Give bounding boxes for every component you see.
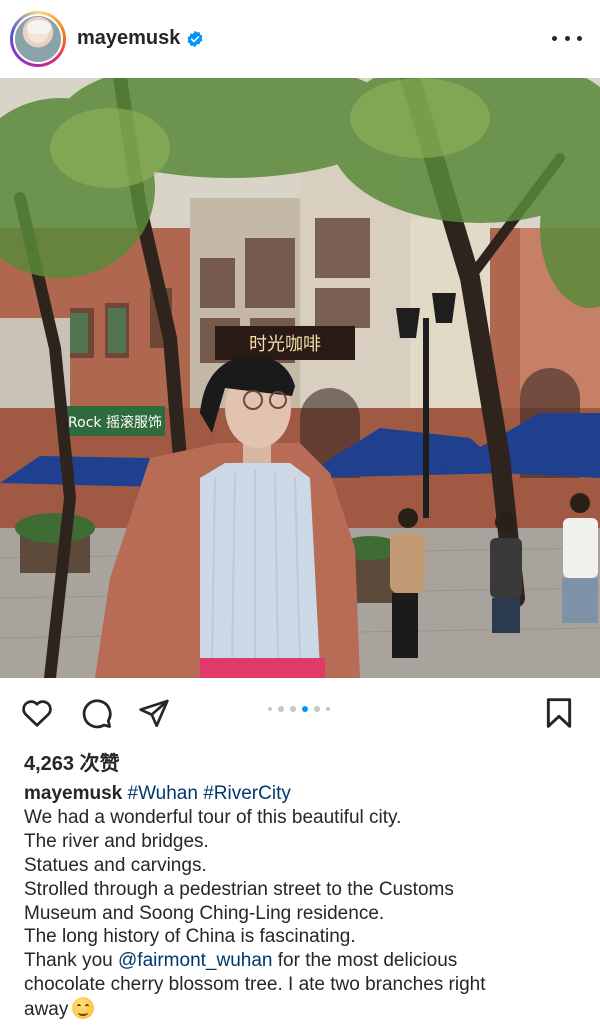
- caption-line: Museum and Soong Ching-Ling residence.: [24, 902, 385, 924]
- carousel-dot: [326, 707, 330, 711]
- comment-icon[interactable]: [80, 697, 113, 730]
- avatar[interactable]: [13, 14, 63, 64]
- post-caption: mayemusk #Wuhan #RiverCity We had a wond…: [24, 782, 584, 1022]
- action-bar: [0, 690, 600, 736]
- mention-link[interactable]: @fairmont_wuhan: [118, 950, 272, 971]
- post-header: mayemusk: [0, 0, 600, 78]
- more-options-icon[interactable]: [552, 28, 582, 48]
- shop-sign-text: Rock 摇滚服饰: [68, 414, 162, 431]
- cafe-sign-text: 时光咖啡: [249, 334, 321, 355]
- hashtag-link[interactable]: #Wuhan: [128, 783, 198, 804]
- caption-line: The river and bridges.: [24, 830, 209, 852]
- story-ring[interactable]: [10, 11, 66, 67]
- carousel-dot: [290, 706, 296, 712]
- carousel-indicator: [268, 706, 330, 712]
- caption-text: for the most delicious: [272, 950, 458, 972]
- caption-line: chocolate cherry blossom tree. I ate two…: [24, 974, 486, 996]
- verified-badge-icon: [187, 30, 203, 48]
- caption-line: We had a wonderful tour of this beautifu…: [24, 806, 402, 828]
- send-icon[interactable]: [137, 697, 171, 729]
- carousel-dot: [314, 706, 320, 712]
- carousel-dot: [268, 707, 272, 711]
- carousel-dot-active: [302, 706, 308, 712]
- caption-text: Thank you: [24, 950, 118, 972]
- smiling-face-emoji-icon: [72, 997, 95, 1020]
- bookmark-icon[interactable]: [545, 697, 573, 729]
- carousel-dot: [278, 706, 284, 712]
- caption-line: Strolled through a pedestrian street to …: [24, 878, 454, 900]
- hashtag-link[interactable]: #RiverCity: [203, 783, 291, 804]
- caption-line: The long history of China is fascinating…: [24, 926, 356, 948]
- heart-icon[interactable]: [20, 698, 54, 728]
- post-username[interactable]: mayemusk: [77, 27, 180, 50]
- caption-text: away: [24, 999, 69, 1021]
- post-photo[interactable]: 时光咖啡 Rock 摇滚服饰: [0, 78, 600, 678]
- caption-line: Statues and carvings.: [24, 854, 207, 876]
- likes-count[interactable]: 4,263 次赞: [24, 747, 120, 776]
- caption-username[interactable]: mayemusk: [24, 783, 122, 804]
